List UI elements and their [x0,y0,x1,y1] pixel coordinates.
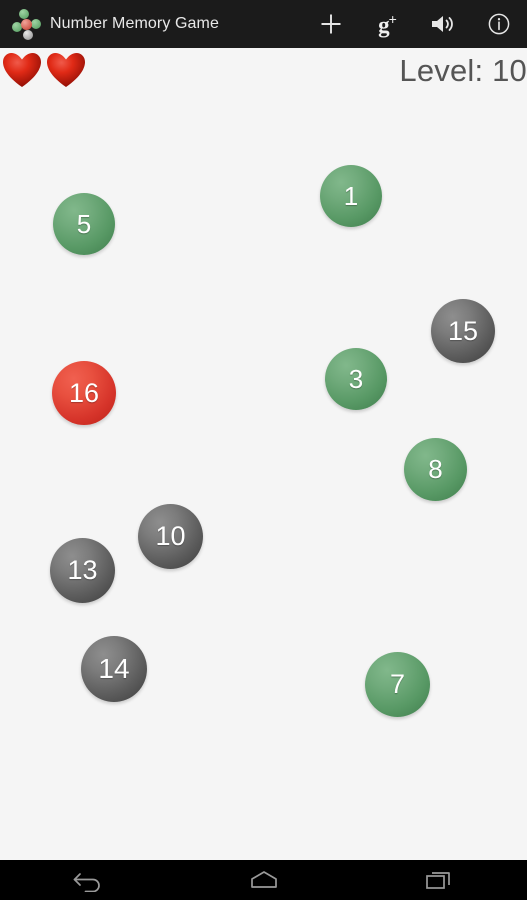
app-icon-ball-green-top [19,9,29,19]
heart-icon [0,48,44,92]
google-plus-icon: g+ [378,10,397,38]
game-ball[interactable]: 1 [320,165,382,227]
volume-button[interactable] [415,0,471,48]
game-ball[interactable]: 5 [53,193,115,255]
home-icon [249,869,279,891]
android-navigation-bar [0,860,527,900]
game-ball[interactable]: 15 [431,299,495,363]
heart-icon [44,48,88,92]
home-button[interactable] [176,860,352,900]
app-screen: Number Memory Game g+ Level: 10 1 5 15 3… [0,0,527,900]
level-label: Level: 10 [399,53,527,88]
game-playfield: 1 5 15 3 16 8 10 13 14 7 [0,96,527,860]
game-ball[interactable]: 16 [52,361,116,425]
app-title: Number Memory Game [50,15,219,32]
action-bar: Number Memory Game g+ [0,0,527,48]
recents-button[interactable] [351,860,527,900]
app-icon-ball-green-right [31,19,41,29]
google-plus-button[interactable]: g+ [359,0,415,48]
app-icon-ball-red-center [21,19,32,30]
info-icon [486,11,512,37]
game-ball[interactable]: 3 [325,348,387,410]
app-icon-ball-gray-bottom [23,30,33,40]
recents-icon [424,868,454,892]
game-ball[interactable]: 13 [50,538,115,603]
volume-icon [430,13,456,35]
add-icon [318,11,344,37]
app-icon-balls [10,7,44,41]
game-ball[interactable]: 8 [404,438,467,501]
info-button[interactable] [471,0,527,48]
game-ball[interactable]: 7 [365,652,430,717]
back-icon [71,868,105,892]
game-ball[interactable]: 14 [81,636,147,702]
status-row: Level: 10 [0,48,527,96]
action-bar-buttons: g+ [303,0,527,48]
lives-indicator [0,48,88,92]
back-button[interactable] [0,860,176,900]
game-ball[interactable]: 10 [138,504,203,569]
add-button[interactable] [303,0,359,48]
